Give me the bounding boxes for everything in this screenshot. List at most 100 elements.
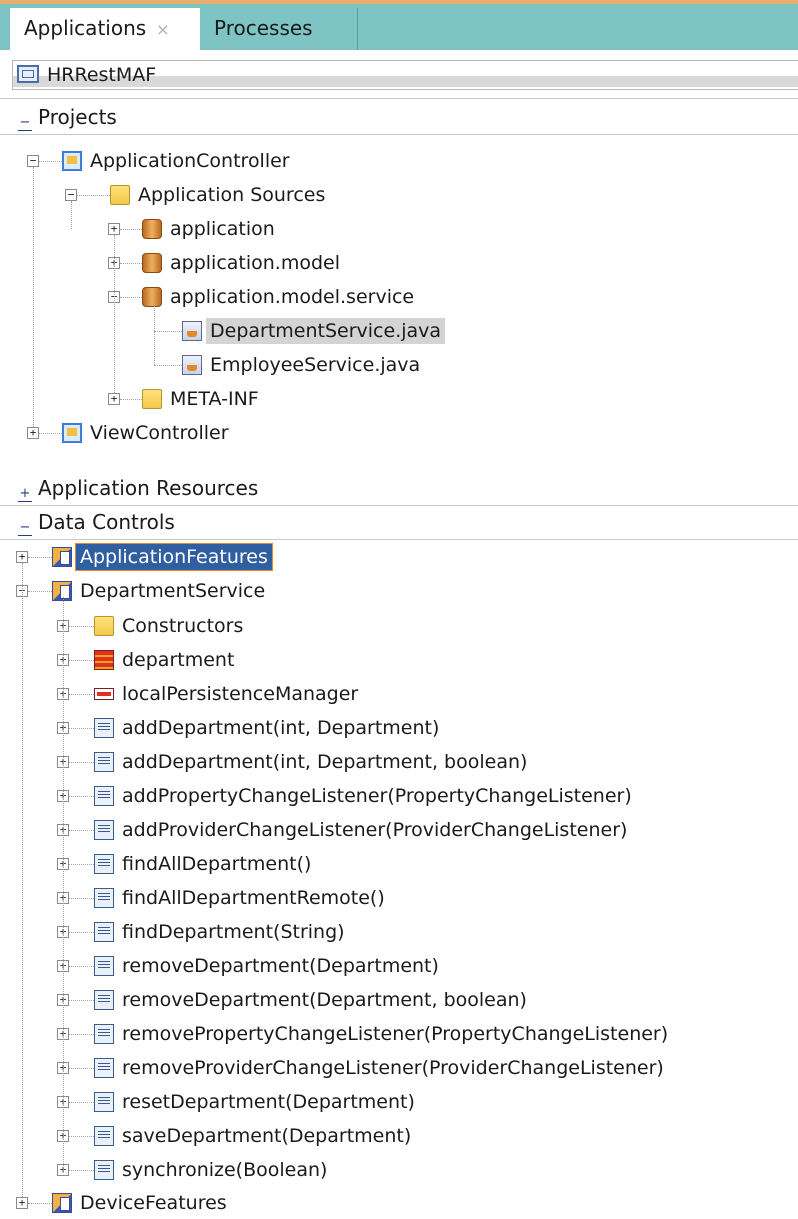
- tree-node-label: DepartmentService.java: [206, 318, 446, 344]
- tree-node-label: ApplicationFeatures: [75, 543, 273, 571]
- attribute-icon: [94, 688, 114, 700]
- method-icon: [94, 786, 114, 806]
- tree-connector: [120, 297, 142, 298]
- tree-connector: [120, 399, 142, 400]
- collapse-icon[interactable]: −: [18, 116, 32, 131]
- method-icon: [94, 1024, 114, 1044]
- tree-node-label: findDepartment(String): [122, 921, 345, 943]
- tab-processes[interactable]: Processes: [200, 8, 358, 50]
- tree-node-label: removeDepartment(Department): [122, 955, 439, 977]
- tree-connector: [69, 1170, 94, 1171]
- tree-node-label: department: [122, 649, 235, 671]
- project-icon: [62, 423, 82, 443]
- divider: [0, 134, 798, 135]
- method-icon: [94, 922, 114, 942]
- tree-guide-line: [33, 167, 34, 427]
- expand-node-icon[interactable]: +: [27, 427, 39, 439]
- tree-guide-line: [22, 563, 23, 1197]
- tab-close-icon[interactable]: ×: [156, 20, 169, 39]
- tree-guide-line: [114, 235, 115, 393]
- method-icon: [94, 1160, 114, 1180]
- tree-node-label: removeDepartment(Department, boolean): [122, 989, 527, 1011]
- tree-connector: [69, 966, 94, 967]
- projects-section-header[interactable]: − Projects: [0, 100, 798, 134]
- application-icon: [17, 65, 39, 83]
- tree-connector: [69, 1000, 94, 1001]
- data-control-icon: [52, 581, 72, 601]
- tree-node-label: removePropertyChangeListener(PropertyCha…: [122, 1023, 669, 1045]
- tree-node[interactable]: [0, 1154, 798, 1186]
- tree-connector: [69, 728, 94, 729]
- tree-node-label: addProviderChangeListener(ProviderChange…: [122, 819, 628, 841]
- tree-connector: [69, 1034, 94, 1035]
- tree-node-label: ViewController: [90, 422, 229, 444]
- tree-node-label: addPropertyChangeListener(PropertyChange…: [122, 785, 632, 807]
- tree-node[interactable]: [0, 916, 798, 948]
- tree-node[interactable]: [0, 610, 798, 642]
- java-file-icon: [182, 321, 202, 341]
- tree-guide-line: [71, 201, 72, 229]
- tree-node-label: removeProviderChangeListener(ProviderCha…: [122, 1057, 664, 1079]
- tree-node-label: DepartmentService: [80, 580, 266, 602]
- tab-applications-label: Applications: [24, 16, 147, 40]
- expand-node-icon[interactable]: +: [16, 551, 28, 563]
- tree-connector: [69, 762, 94, 763]
- divider: [0, 539, 798, 540]
- expand-node-icon[interactable]: +: [108, 393, 120, 405]
- data-controls-section-header[interactable]: − Data Controls: [0, 505, 798, 539]
- tab-processes-label: Processes: [214, 16, 313, 40]
- tree-guide-line: [63, 597, 64, 1170]
- application-selector[interactable]: HRRestMAF: [12, 60, 798, 90]
- tree-node-label: Application Sources: [138, 184, 326, 206]
- method-icon: [94, 854, 114, 874]
- collection-icon: [94, 650, 114, 670]
- divider: [0, 98, 798, 99]
- tree-node[interactable]: [0, 678, 798, 710]
- application-resources-section-label: Application Resources: [38, 476, 259, 500]
- tree-node-label: findAllDepartment(): [122, 853, 312, 875]
- method-icon: [94, 1126, 114, 1146]
- package-icon: [142, 219, 162, 239]
- folder-icon: [110, 185, 130, 205]
- method-icon: [94, 718, 114, 738]
- expand-node-icon[interactable]: +: [108, 223, 120, 235]
- collapse-node-icon[interactable]: −: [65, 189, 77, 201]
- collapse-icon[interactable]: −: [18, 521, 32, 536]
- tree-node[interactable]: [0, 882, 798, 914]
- method-icon: [94, 990, 114, 1010]
- tree-connector: [69, 660, 94, 661]
- tree-connector: [28, 591, 52, 592]
- method-icon: [94, 752, 114, 772]
- tree-node-label: Constructors: [122, 615, 244, 637]
- tree-node-label: application.model.service: [170, 286, 415, 308]
- application-resources-section-header[interactable]: + Application Resources: [0, 471, 798, 505]
- expand-node-icon[interactable]: +: [16, 1197, 28, 1209]
- navigator-tab-bar: Applications × Processes: [0, 0, 798, 50]
- tree-connector: [77, 195, 110, 196]
- project-icon: [62, 151, 82, 171]
- tree-connector: [69, 898, 94, 899]
- tree-node-label: DeviceFeatures: [80, 1192, 227, 1214]
- tree-node-label: synchronize(Boolean): [122, 1159, 328, 1181]
- tree-node-label: ApplicationController: [90, 150, 290, 172]
- data-control-icon: [52, 1193, 72, 1213]
- tab-applications[interactable]: Applications ×: [10, 8, 200, 50]
- folder-icon: [94, 616, 114, 636]
- tree-connector: [28, 557, 52, 558]
- tree-node[interactable]: [0, 644, 798, 676]
- tree-connector: [69, 1068, 94, 1069]
- collapse-node-icon[interactable]: −: [27, 155, 39, 167]
- tree-connector: [28, 1203, 52, 1204]
- tree-connector: [69, 1136, 94, 1137]
- java-file-icon: [182, 355, 202, 375]
- tree-connector: [69, 796, 94, 797]
- folder-icon: [142, 389, 162, 409]
- tree-connector: [69, 1102, 94, 1103]
- expand-icon[interactable]: +: [18, 487, 32, 502]
- tree-node[interactable]: [0, 848, 798, 880]
- tree-connector: [69, 694, 94, 695]
- tree-node-label: EmployeeService.java: [210, 354, 421, 376]
- data-control-icon: [52, 547, 72, 567]
- projects-section-label: Projects: [38, 105, 117, 129]
- tree-node-label: application: [170, 218, 275, 240]
